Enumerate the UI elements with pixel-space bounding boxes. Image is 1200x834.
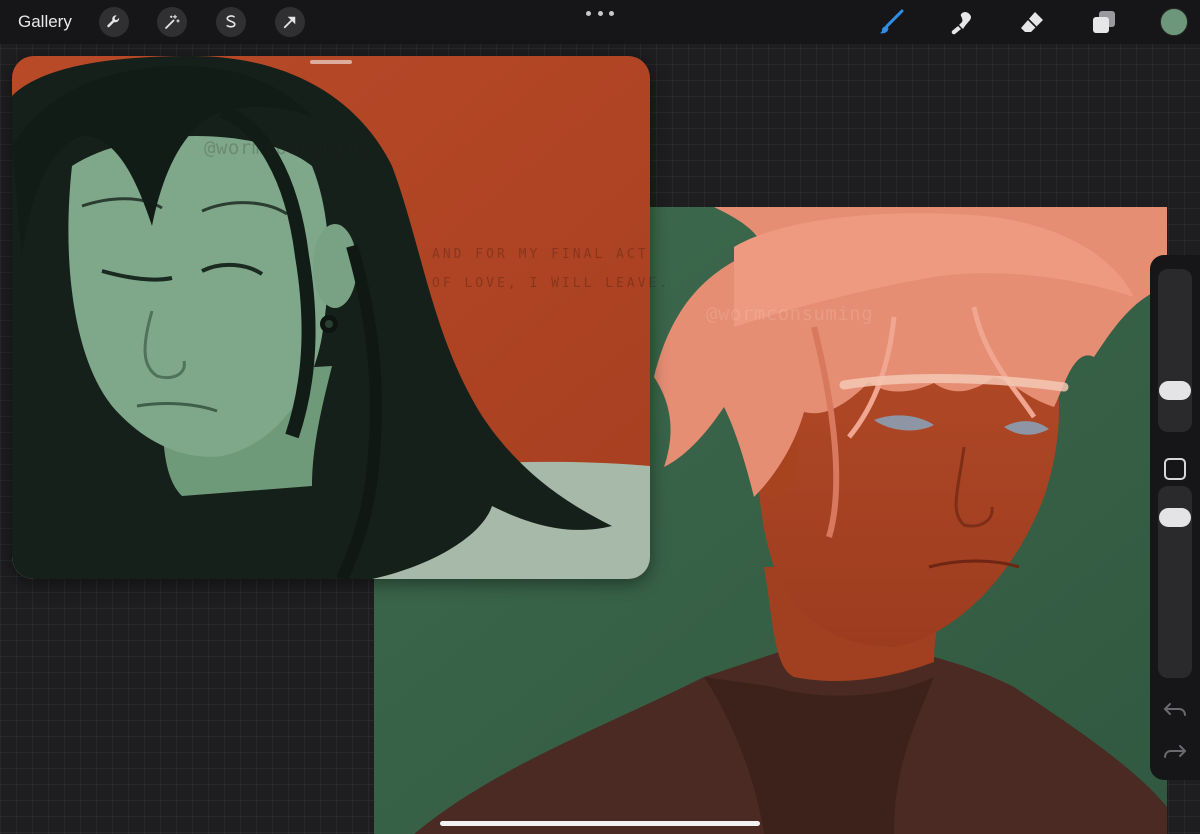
- brush-size-slider[interactable]: [1158, 269, 1192, 432]
- selection-icon[interactable]: [216, 7, 246, 37]
- smudge-icon[interactable]: [947, 8, 975, 36]
- eraser-icon[interactable]: [1018, 8, 1046, 36]
- top-toolbar: Gallery: [0, 0, 1200, 44]
- modify-button[interactable]: [1164, 458, 1186, 480]
- gallery-button[interactable]: Gallery: [18, 12, 72, 32]
- artwork-note-line-1: AND FOR MY FINAL ACT: [432, 247, 649, 262]
- wrench-icon[interactable]: [99, 7, 129, 37]
- opacity-thumb[interactable]: [1159, 508, 1191, 527]
- watermark-right: @wormconsuming: [706, 303, 874, 325]
- brush-icon[interactable]: [877, 8, 905, 36]
- undo-icon[interactable]: [1162, 699, 1188, 721]
- brush-sidebar: [1150, 255, 1200, 780]
- dot: [597, 10, 603, 16]
- more-options-icon[interactable]: [586, 8, 614, 18]
- home-indicator[interactable]: [440, 821, 760, 826]
- layers-icon[interactable]: [1090, 8, 1118, 36]
- dot: [586, 10, 591, 16]
- reference-window-artwork[interactable]: [12, 56, 650, 579]
- watermark-left: @wormconsuming: [204, 137, 372, 159]
- reference-drag-handle[interactable]: [310, 60, 352, 64]
- magic-wand-icon[interactable]: [157, 7, 187, 37]
- dot: [609, 10, 614, 16]
- artwork-note-line-2: OF LOVE, I WILL LEAVE.: [432, 276, 671, 291]
- brush-size-thumb[interactable]: [1159, 381, 1191, 400]
- transform-arrow-icon[interactable]: [275, 7, 305, 37]
- redo-icon[interactable]: [1162, 741, 1188, 763]
- color-picker-swatch[interactable]: [1160, 8, 1188, 36]
